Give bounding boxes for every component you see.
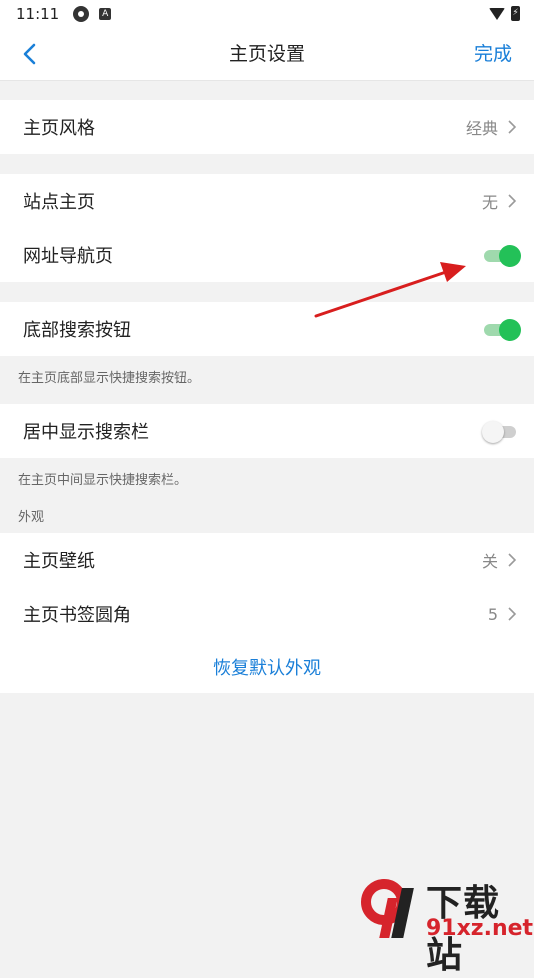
bottom-search-hint: 在主页底部显示快捷搜索按钮。 — [18, 371, 201, 386]
restore-default-button[interactable]: 恢复默认外观 — [213, 654, 321, 680]
bottom-search-toggle[interactable] — [482, 317, 522, 341]
bookmark-radius-label: 主页书签圆角 — [23, 605, 131, 626]
back-button[interactable] — [14, 38, 46, 70]
home-style-label: 主页风格 — [23, 118, 95, 139]
site-home-value: 无 — [481, 193, 498, 212]
site-home-right: 无 — [482, 174, 520, 228]
chevron-right-icon — [508, 120, 517, 134]
row-bottom-search: 底部搜索按钮 — [0, 302, 534, 356]
wallpaper-right: 关 — [482, 533, 520, 587]
row-bookmark-radius[interactable]: 主页书签圆角 5 — [0, 587, 534, 641]
chevron-right-icon — [508, 553, 517, 567]
row-site-home[interactable]: 站点主页 无 — [0, 174, 534, 228]
watermark-logo-icon — [361, 879, 414, 938]
center-search-toggle[interactable] — [482, 419, 522, 443]
home-style-value: 经典 — [465, 119, 498, 138]
url-nav-label: 网址导航页 — [23, 246, 113, 267]
toggle-knob — [482, 421, 504, 443]
nav-bar: 主页设置 完成 — [0, 28, 534, 81]
chevron-right-icon — [508, 607, 517, 621]
done-button[interactable]: 完成 — [474, 28, 512, 80]
center-search-hint: 在主页中间显示快捷搜索栏。 — [18, 473, 188, 488]
toggle-knob — [499, 319, 521, 341]
status-time: 11:11 — [16, 5, 60, 23]
group-appearance: 主页壁纸 关 主页书签圆角 5 恢复默认外观 — [0, 533, 534, 693]
group-center-search: 居中显示搜索栏 — [0, 404, 534, 458]
status-right — [489, 6, 520, 21]
wifi-icon — [489, 7, 505, 20]
watermark-url: 91xz.net — [426, 916, 534, 941]
wallpaper-value: 关 — [481, 552, 498, 571]
home-style-right: 经典 — [466, 100, 520, 154]
bookmark-radius-right: 5 — [488, 587, 520, 641]
wallpaper-label: 主页壁纸 — [23, 551, 95, 572]
bookmark-radius-value: 5 — [487, 604, 498, 624]
page-title: 主页设置 — [228, 43, 305, 65]
row-home-style[interactable]: 主页风格 经典 — [0, 100, 534, 154]
row-restore: 恢复默认外观 — [0, 641, 534, 693]
a-icon: A — [99, 8, 112, 20]
group-bottom-search: 底部搜索按钮 — [0, 302, 534, 356]
group-style: 主页风格 经典 — [0, 100, 534, 154]
chevron-right-icon — [508, 194, 517, 208]
status-bar: 11:11 A — [0, 0, 534, 28]
bottom-search-label: 底部搜索按钮 — [23, 320, 131, 341]
watermark: 下载站 91xz.net — [360, 872, 533, 976]
row-center-search: 居中显示搜索栏 — [0, 404, 534, 458]
url-nav-toggle[interactable] — [482, 243, 522, 267]
gear-icon — [73, 6, 90, 22]
row-url-nav: 网址导航页 — [0, 228, 534, 282]
appearance-section-title: 外观 — [18, 510, 45, 525]
center-search-label: 居中显示搜索栏 — [23, 422, 149, 443]
row-wallpaper[interactable]: 主页壁纸 关 — [0, 533, 534, 587]
group-site: 站点主页 无 网址导航页 — [0, 174, 534, 282]
site-home-label: 站点主页 — [23, 192, 95, 213]
toggle-knob — [499, 245, 521, 267]
battery-icon — [511, 6, 520, 21]
chevron-left-icon — [23, 43, 36, 65]
